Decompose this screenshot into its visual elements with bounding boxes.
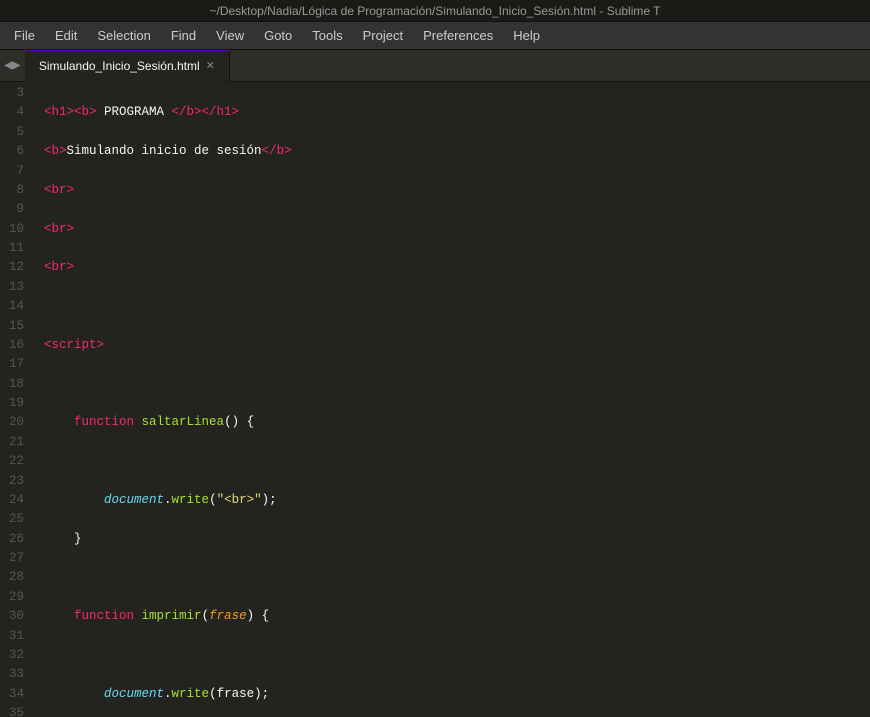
menu-help[interactable]: Help [503,25,550,46]
code-line: <b>Simulando inicio de sesión</b> [44,142,870,161]
line-num: 21 [8,433,24,452]
line-num: 11 [8,239,24,258]
menu-file[interactable]: File [4,25,45,46]
line-num: 32 [8,646,24,665]
line-num: 24 [8,491,24,510]
line-num: 16 [8,336,24,355]
line-num: 9 [8,200,24,219]
tab-close-icon[interactable]: ✕ [206,61,215,72]
code-line [44,375,870,394]
line-num: 4 [8,103,24,122]
line-num: 19 [8,394,24,413]
line-num: 20 [8,413,24,432]
code-line: <h1><b> PROGRAMA </b></h1> [44,103,870,122]
line-num: 6 [8,142,24,161]
line-num: 3 [8,84,24,103]
menu-bar: File Edit Selection Find View Goto Tools… [0,22,870,50]
line-num: 18 [8,375,24,394]
code-line: document.write("<br>"); [44,491,870,510]
tab-label: Simulando_Inicio_Sesión.html [39,59,200,73]
menu-goto[interactable]: Goto [254,25,302,46]
line-num: 5 [8,123,24,142]
code-line [44,297,870,316]
code-line [44,568,870,587]
menu-tools[interactable]: Tools [302,25,352,46]
line-num: 25 [8,510,24,529]
line-num: 27 [8,549,24,568]
code-line: function saltarLinea() { [44,413,870,432]
tab-bar: ◀▶ Simulando_Inicio_Sesión.html ✕ [0,50,870,82]
line-num: 12 [8,258,24,277]
code-line: <br> [44,220,870,239]
line-num: 8 [8,181,24,200]
tab-scroll-arrows[interactable]: ◀▶ [0,57,25,74]
line-num: 31 [8,627,24,646]
code-line: } [44,530,870,549]
menu-edit[interactable]: Edit [45,25,87,46]
line-num: 7 [8,162,24,181]
code-line: <script> [44,336,870,355]
title-bar: ~/Desktop/Nadia/Lógica de Programación/S… [0,0,870,22]
code-editor[interactable]: <h1><b> PROGRAMA </b></h1> <b>Simulando … [36,82,870,717]
line-num: 15 [8,317,24,336]
code-line: document.write(frase); [44,685,870,704]
line-num: 30 [8,607,24,626]
line-num: 14 [8,297,24,316]
line-num: 33 [8,665,24,684]
menu-view[interactable]: View [206,25,254,46]
line-num: 34 [8,685,24,704]
line-num: 13 [8,278,24,297]
code-line [44,646,870,665]
line-numbers: 3 4 5 6 7 8 9 10 11 12 13 14 15 16 17 18… [0,82,36,717]
line-num: 17 [8,355,24,374]
line-num: 29 [8,588,24,607]
line-num: 23 [8,472,24,491]
code-line: <br> [44,258,870,277]
line-num: 22 [8,452,24,471]
menu-find[interactable]: Find [161,25,206,46]
line-num: 35 [8,704,24,717]
line-num: 28 [8,568,24,587]
code-line: <br> [44,181,870,200]
editor-area: 3 4 5 6 7 8 9 10 11 12 13 14 15 16 17 18… [0,82,870,717]
window-title: ~/Desktop/Nadia/Lógica de Programación/S… [209,4,660,18]
menu-preferences[interactable]: Preferences [413,25,503,46]
line-num: 26 [8,530,24,549]
line-num: 10 [8,220,24,239]
menu-selection[interactable]: Selection [87,25,160,46]
menu-project[interactable]: Project [353,25,413,46]
code-line [44,452,870,471]
code-line: function imprimir(frase) { [44,607,870,626]
tab-simulando[interactable]: Simulando_Inicio_Sesión.html ✕ [25,50,230,82]
